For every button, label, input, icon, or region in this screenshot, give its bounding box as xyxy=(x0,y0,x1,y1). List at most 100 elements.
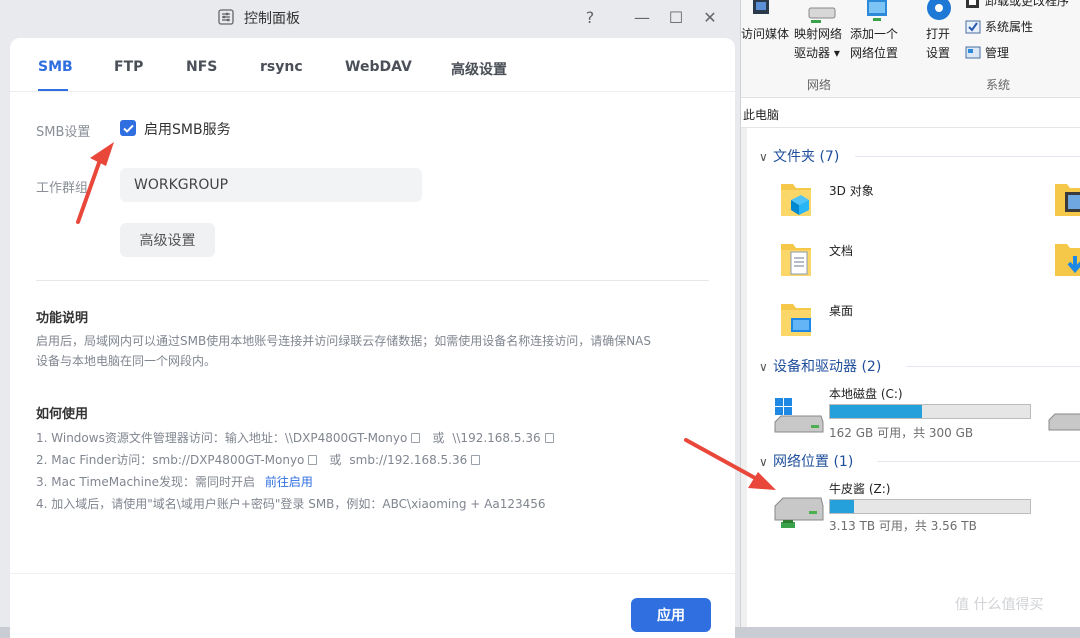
smb-settings-label: SMB设置 xyxy=(36,125,91,140)
copy-icon[interactable] xyxy=(544,433,554,443)
ribbon: 访问媒体 映射网络 驱动器 ▾ 添加一个 网络位置 打开 设置 卸载或更改程序 … xyxy=(741,0,1080,98)
chevron-down-icon: ∨ xyxy=(759,455,768,469)
title-bar: 控制面板 ? — ☐ ✕ xyxy=(0,0,740,36)
drive-z-usage-fill xyxy=(830,500,854,513)
step-mac-finder: 2. Mac Finder访问：smb://DXP4800GT-Monyo 或 sm… xyxy=(36,451,486,468)
manage-icon[interactable] xyxy=(965,46,981,60)
feature-title: 功能说明 xyxy=(36,311,89,326)
media-access-label[interactable]: 访问媒体 xyxy=(741,26,789,43)
folders-group-header[interactable]: ∨ 文件夹 (7) xyxy=(759,146,839,166)
enable-smb-label[interactable]: 启用SMB服务 xyxy=(144,119,231,139)
workgroup-input[interactable] xyxy=(120,168,422,202)
footer-divider xyxy=(10,573,735,574)
add-location-label-2[interactable]: 网络位置 xyxy=(850,45,898,62)
system-properties-label[interactable]: 系统属性 xyxy=(985,19,1033,36)
drive-z-info: 3.13 TB 可用，共 3.56 TB xyxy=(829,519,977,533)
tab-divider xyxy=(10,91,735,92)
tab-nfs[interactable]: NFS xyxy=(186,59,217,75)
step-domain: 4. 加入域后，请使用"域名\域用户账户+密码"登录 SMB，例如：ABC\xi… xyxy=(36,497,546,511)
map-drive-icon[interactable] xyxy=(807,0,837,24)
workgroup-label: 工作群组 xyxy=(36,181,89,196)
window-title: 控制面板 xyxy=(244,11,300,27)
tab-advanced[interactable]: 高级设置 xyxy=(451,59,507,79)
tab-webdav[interactable]: WebDAV xyxy=(345,59,412,75)
drive-c-info: 162 GB 可用，共 300 GB xyxy=(829,426,974,440)
drive-c-usage-fill xyxy=(830,405,922,418)
close-button[interactable]: ✕ xyxy=(698,6,722,28)
folder-downloads-icon[interactable] xyxy=(1053,238,1080,278)
manage-label[interactable]: 管理 xyxy=(985,45,1009,62)
howto-title: 如何使用 xyxy=(36,407,89,422)
mac-ip-address: smb://192.168.5.36 xyxy=(349,453,468,467)
folders-group-label: 文件夹 (7) xyxy=(773,149,840,165)
media-server-icon xyxy=(753,0,769,14)
devices-group-header[interactable]: ∨ 设备和驱动器 (2) xyxy=(759,356,881,376)
drive-z-name: 牛皮酱 (Z:) xyxy=(829,482,891,496)
local-disk-icon xyxy=(774,398,824,433)
open-settings-label-2[interactable]: 设置 xyxy=(926,45,950,62)
maximize-button[interactable]: ☐ xyxy=(664,6,688,28)
step-mac-finder-text: 2. Mac Finder访问：smb://DXP4800GT-Monyo xyxy=(36,453,305,467)
add-location-label-1[interactable]: 添加一个 xyxy=(850,26,898,43)
ribbon-group-network: 网络 xyxy=(807,78,832,92)
step-windows-text: 1. Windows资源文件管理器访问：输入地址：\\DXP4800GT-Mon… xyxy=(36,431,408,445)
copy-icon[interactable] xyxy=(308,455,318,465)
network-group-label: 网络位置 (1) xyxy=(773,454,854,470)
or-text: 或 xyxy=(329,453,342,467)
chevron-down-icon: ∨ xyxy=(759,360,768,374)
feature-description-line2: 设备与本地电脑在同一个网段内。 xyxy=(36,354,217,368)
uninstall-icon[interactable] xyxy=(965,0,981,10)
help-button[interactable]: ? xyxy=(578,6,602,28)
file-explorer-window: 访问媒体 映射网络 驱动器 ▾ 添加一个 网络位置 打开 设置 卸载或更改程序 … xyxy=(740,0,1080,627)
step-timemachine: 3. Mac TimeMachine发现：需同时开启 前往启用 xyxy=(36,473,313,490)
settings-gear-icon[interactable] xyxy=(922,0,956,24)
feature-description-line1: 启用后，局域网内可以通过SMB使用本地账号连接并访问绿联云存储数据；如需使用设备… xyxy=(36,334,652,348)
network-drive-icon xyxy=(774,497,824,528)
address-bar[interactable]: 此电脑 xyxy=(741,100,1080,128)
or-text: 或 xyxy=(432,431,445,445)
windows-ip-address: \\192.168.5.36 xyxy=(452,431,541,445)
drive-c-usage-bar xyxy=(829,404,1031,419)
ribbon-group-system: 系统 xyxy=(986,78,1011,92)
map-drive-label-2[interactable]: 驱动器 ▾ xyxy=(794,45,840,62)
open-settings-label-1[interactable]: 打开 xyxy=(926,26,950,43)
copy-icon[interactable] xyxy=(411,433,421,443)
drive-c-name: 本地磁盘 (C:) xyxy=(829,387,903,401)
minimize-button[interactable]: — xyxy=(630,6,654,28)
network-group-header[interactable]: ∨ 网络位置 (1) xyxy=(759,451,853,471)
folder-documents-icon xyxy=(781,244,811,276)
copy-icon[interactable] xyxy=(471,455,481,465)
tab-smb[interactable]: SMB xyxy=(38,59,73,75)
tab-rsync[interactable]: rsync xyxy=(260,59,303,75)
add-network-location-icon[interactable] xyxy=(861,0,893,24)
folder-3d-icon xyxy=(781,184,811,216)
group-divider xyxy=(855,156,1080,157)
folder-name: 3D 对象 xyxy=(829,184,874,198)
folder-name: 文档 xyxy=(829,244,854,258)
step-timemachine-text: 3. Mac TimeMachine发现：需同时开启 xyxy=(36,475,255,489)
address-path: 此电脑 xyxy=(743,108,780,122)
go-enable-link[interactable]: 前往启用 xyxy=(265,475,313,489)
section-divider xyxy=(36,280,709,281)
folder-name: 桌面 xyxy=(829,304,854,318)
enable-smb-checkbox[interactable] xyxy=(120,120,136,136)
advanced-settings-button[interactable]: 高级设置 xyxy=(120,223,215,257)
system-properties-icon[interactable] xyxy=(965,20,981,34)
group-divider xyxy=(906,366,1080,367)
map-drive-label-1[interactable]: 映射网络 xyxy=(794,26,842,43)
group-divider xyxy=(877,461,1080,462)
drive-d-icon[interactable] xyxy=(1047,410,1080,434)
folder-desktop-icon xyxy=(781,304,811,336)
step-windows: 1. Windows资源文件管理器访问：输入地址：\\DXP4800GT-Mon… xyxy=(36,429,560,446)
tab-ftp[interactable]: FTP xyxy=(114,59,143,75)
control-panel-window: 控制面板 ? — ☐ ✕ SMB FTP NFS rsync WebDAV 高级… xyxy=(0,0,740,638)
folder-videos-icon[interactable] xyxy=(1053,178,1080,218)
control-panel-icon xyxy=(218,9,234,25)
drive-z-usage-bar xyxy=(829,499,1031,514)
uninstall-label[interactable]: 卸载或更改程序 xyxy=(985,0,1069,10)
watermark: 值 什么值得买 xyxy=(955,597,1044,613)
devices-group-label: 设备和驱动器 (2) xyxy=(773,359,882,375)
navigation-pane-edge xyxy=(741,128,747,627)
chevron-down-icon: ∨ xyxy=(759,150,768,164)
settings-card: SMB FTP NFS rsync WebDAV 高级设置 SMB设置 启用SM… xyxy=(10,38,735,638)
